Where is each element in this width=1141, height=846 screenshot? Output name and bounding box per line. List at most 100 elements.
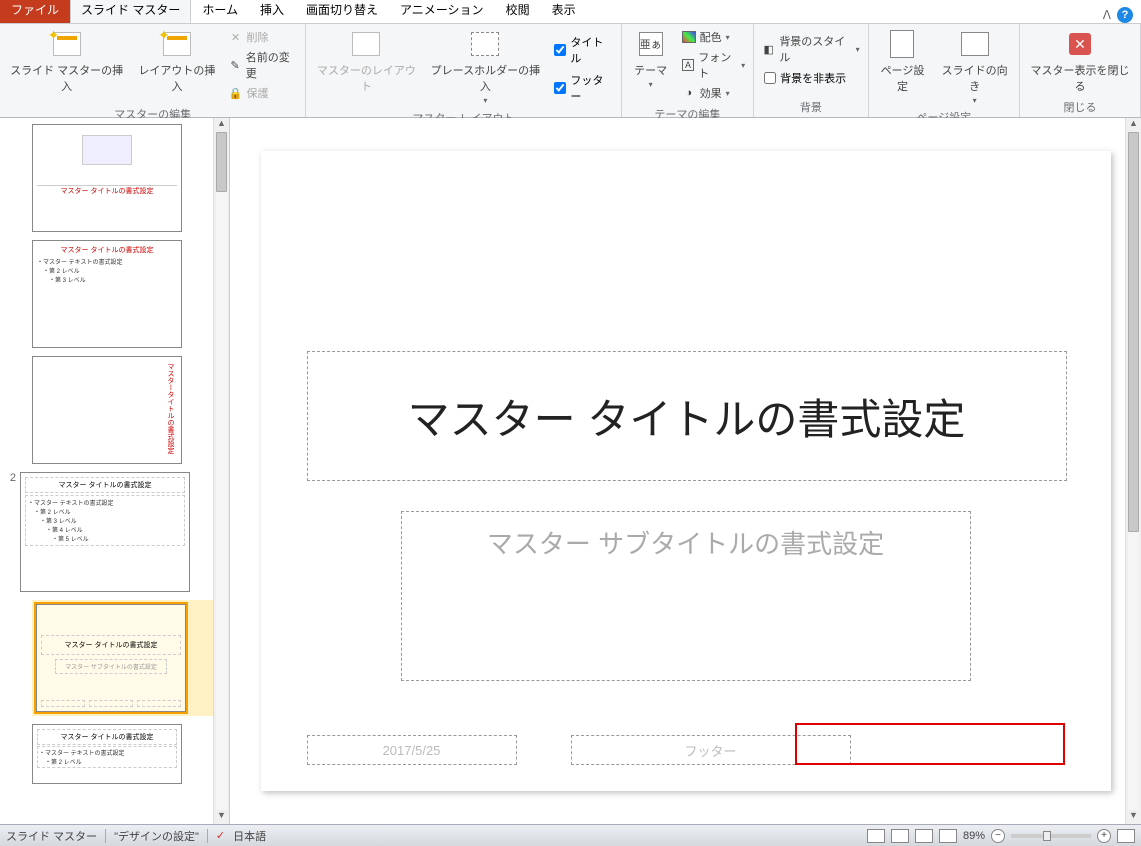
chevron-down-icon: ▾ — [726, 33, 730, 42]
background-style-label: 背景のスタイル — [779, 33, 851, 65]
insert-slide-master-button[interactable]: スライド マスターの挿入 — [4, 26, 129, 96]
thumbnail-scrollbar[interactable]: ▲ ▼ — [213, 118, 229, 824]
group-master-layout: マスターのレイアウト プレースホルダーの挿入 ▾ タイトル フッター マスター … — [306, 24, 621, 117]
hide-background-label: 背景を非表示 — [780, 70, 846, 86]
reading-view-button[interactable] — [915, 829, 933, 843]
insert-slide-master-label: スライド マスターの挿入 — [8, 62, 125, 94]
group-theme-edit: 亜ぁ テーマ ▾ 配色▾ Aフォント▾ ◑効果▾ テーマの編集 — [622, 24, 755, 117]
footer-checkbox[interactable]: フッター — [550, 70, 614, 106]
page-setup-button[interactable]: ページ設定 — [873, 26, 933, 96]
scroll-up-icon[interactable]: ▲ — [214, 118, 229, 132]
preserve-button[interactable]: 🔒 保護 — [227, 84, 300, 102]
delete-button[interactable]: ✕ 削除 — [227, 28, 300, 46]
group-page-setup: ページ設定 スライドの向き ▾ ページ設定 — [869, 24, 1020, 117]
subtitle-text: マスター サブタイトルの書式設定 — [487, 524, 884, 561]
delete-icon: ✕ — [229, 30, 243, 44]
canvas-scrollbar[interactable]: ▲ ▼ — [1125, 118, 1141, 824]
page-setup-icon — [890, 30, 914, 58]
scroll-down-icon[interactable]: ▼ — [1126, 810, 1141, 824]
rename-icon: ✎ — [229, 58, 242, 72]
rename-button[interactable]: ✎名前の変更 — [227, 48, 300, 82]
theme-button[interactable]: 亜ぁ テーマ ▾ — [626, 26, 676, 91]
effects-button[interactable]: ◑効果▾ — [680, 84, 748, 102]
slideshow-view-button[interactable] — [939, 829, 957, 843]
group-edit-master: スライド マスターの挿入 レイアウトの挿入 ✕削除 ✎名前の変更 🔒保護 マスタ… — [0, 24, 306, 117]
tab-transition[interactable]: 画面切り替え — [295, 0, 389, 23]
zoom-out-button[interactable]: − — [991, 829, 1005, 843]
title-placeholder[interactable]: マスター タイトルの書式設定 — [307, 351, 1067, 481]
slide-layout[interactable]: マスター タイトルの書式設定 マスター サブタイトルの書式設定 2017/5/2… — [261, 151, 1111, 791]
thumbnail-layout-3-selected[interactable]: マスター タイトルの書式設定 マスター サブタイトルの書式設定 — [32, 600, 223, 716]
tab-review[interactable]: 校閲 — [495, 0, 541, 23]
layout-icon — [163, 32, 191, 56]
chevron-down-icon: ▾ — [741, 61, 745, 70]
thumbnail-layout-1[interactable]: マスター タイトルの書式設定 ・マスター テキストの書式設定 ・第 2 レベル … — [32, 240, 223, 348]
group-label-background: 背景 — [758, 97, 863, 117]
zoom-in-button[interactable]: + — [1097, 829, 1111, 843]
page-setup-label: ページ設定 — [877, 62, 929, 94]
status-bar: スライド マスター "デザインの設定" ✓ 日本語 89% − + — [0, 824, 1141, 846]
tab-insert[interactable]: 挿入 — [249, 0, 295, 23]
slide-number-placeholder[interactable] — [795, 723, 1065, 765]
tab-view[interactable]: 表示 — [541, 0, 587, 23]
scroll-down-icon[interactable]: ▼ — [214, 810, 229, 824]
theme-label: テーマ — [634, 62, 667, 78]
colors-label: 配色 — [700, 29, 722, 45]
zoom-level[interactable]: 89% — [963, 830, 985, 842]
tab-file[interactable]: ファイル — [0, 0, 70, 23]
status-language[interactable]: 日本語 — [233, 828, 266, 844]
master-layout-label: マスターのレイアウト — [314, 62, 418, 94]
tab-slide-master[interactable]: スライド マスター — [70, 0, 191, 23]
slide-orientation-button[interactable]: スライドの向き ▾ — [934, 26, 1015, 107]
delete-label: 削除 — [247, 29, 269, 45]
title-checkbox[interactable]: タイトル — [550, 32, 614, 68]
zoom-slider[interactable] — [1011, 834, 1091, 838]
slide-canvas-area: マスター タイトルの書式設定 マスター サブタイトルの書式設定 2017/5/2… — [230, 118, 1141, 824]
thumbnail-master-2[interactable]: 2 マスター タイトルの書式設定 ・マスター テキストの書式設定 ・第 2 レベ… — [6, 472, 223, 592]
fonts-button[interactable]: Aフォント▾ — [680, 48, 748, 82]
thumbnail-layout-4[interactable]: マスター タイトルの書式設定 ・マスター テキストの書式設定 ・第 2 レベル — [32, 724, 223, 784]
insert-placeholder-button[interactable]: プレースホルダーの挿入 ▾ — [424, 26, 546, 107]
tab-home[interactable]: ホーム — [191, 0, 249, 23]
thumbnail-pane: マスター タイトルの書式設定 マスター タイトルの書式設定 ・マスター テキスト… — [0, 118, 230, 824]
slide-master-icon — [53, 32, 81, 56]
tab-animation[interactable]: アニメーション — [389, 0, 495, 23]
subtitle-placeholder[interactable]: マスター サブタイトルの書式設定 — [401, 511, 971, 681]
scroll-up-icon[interactable]: ▲ — [1126, 118, 1141, 132]
preserve-label: 保護 — [247, 85, 269, 101]
chevron-down-icon: ▾ — [483, 96, 487, 105]
footer-checkbox-label: フッター — [570, 72, 610, 104]
insert-layout-label: レイアウトの挿入 — [135, 62, 218, 94]
ribbon: スライド マスターの挿入 レイアウトの挿入 ✕ 削除 ✎名前の変更 🔒 保護 マスタ… — [0, 24, 1141, 118]
thumbnail-master-1[interactable]: マスター タイトルの書式設定 — [32, 124, 223, 232]
spellcheck-icon[interactable]: ✓ — [216, 829, 225, 842]
background-style-icon: ◧ — [762, 42, 775, 56]
thumb-body: ・マスター テキストの書式設定 ・第 2 レベル ・第 3 レベル — [37, 257, 177, 284]
thumb-title: マスター タイトルの書式設定 — [37, 245, 177, 255]
insert-layout-button[interactable]: レイアウトの挿入 — [131, 26, 222, 96]
chevron-down-icon: ▾ — [856, 45, 860, 54]
fit-to-window-button[interactable] — [1117, 829, 1135, 843]
preserve-icon: 🔒 — [229, 86, 243, 100]
background-style-button[interactable]: ◧ 背景のスタイル ▾ — [760, 32, 861, 66]
close-icon: ✕ — [1069, 33, 1091, 55]
help-icon[interactable]: ? — [1117, 7, 1133, 23]
slide-orientation-label: スライドの向き — [938, 62, 1011, 94]
date-text: 2017/5/25 — [383, 743, 441, 758]
close-master-view-button[interactable]: ✕ マスター表示を閉じる — [1024, 26, 1136, 96]
thumb-title: マスター タイトルの書式設定 — [37, 729, 177, 745]
sorter-view-button[interactable] — [891, 829, 909, 843]
thumb-title: マスター タイトルの書式設定 — [41, 635, 181, 655]
chevron-down-icon: ▾ — [649, 80, 653, 89]
date-placeholder[interactable]: 2017/5/25 — [307, 735, 517, 765]
normal-view-button[interactable] — [867, 829, 885, 843]
thumbnail-layout-2[interactable]: マスタータイトルの書式設定 — [32, 356, 223, 464]
colors-button[interactable]: 配色 ▾ — [680, 28, 748, 46]
insert-placeholder-label: プレースホルダーの挿入 — [428, 62, 542, 94]
hide-background-checkbox[interactable]: 背景を非表示 — [760, 68, 861, 88]
chevron-down-icon: ▾ — [726, 89, 730, 98]
fonts-icon: A — [682, 59, 695, 71]
group-close: ✕ マスター表示を閉じる 閉じる — [1020, 24, 1141, 117]
minimize-ribbon-icon[interactable]: ᐱ — [1103, 8, 1111, 22]
thumb-image-ph — [82, 135, 132, 165]
